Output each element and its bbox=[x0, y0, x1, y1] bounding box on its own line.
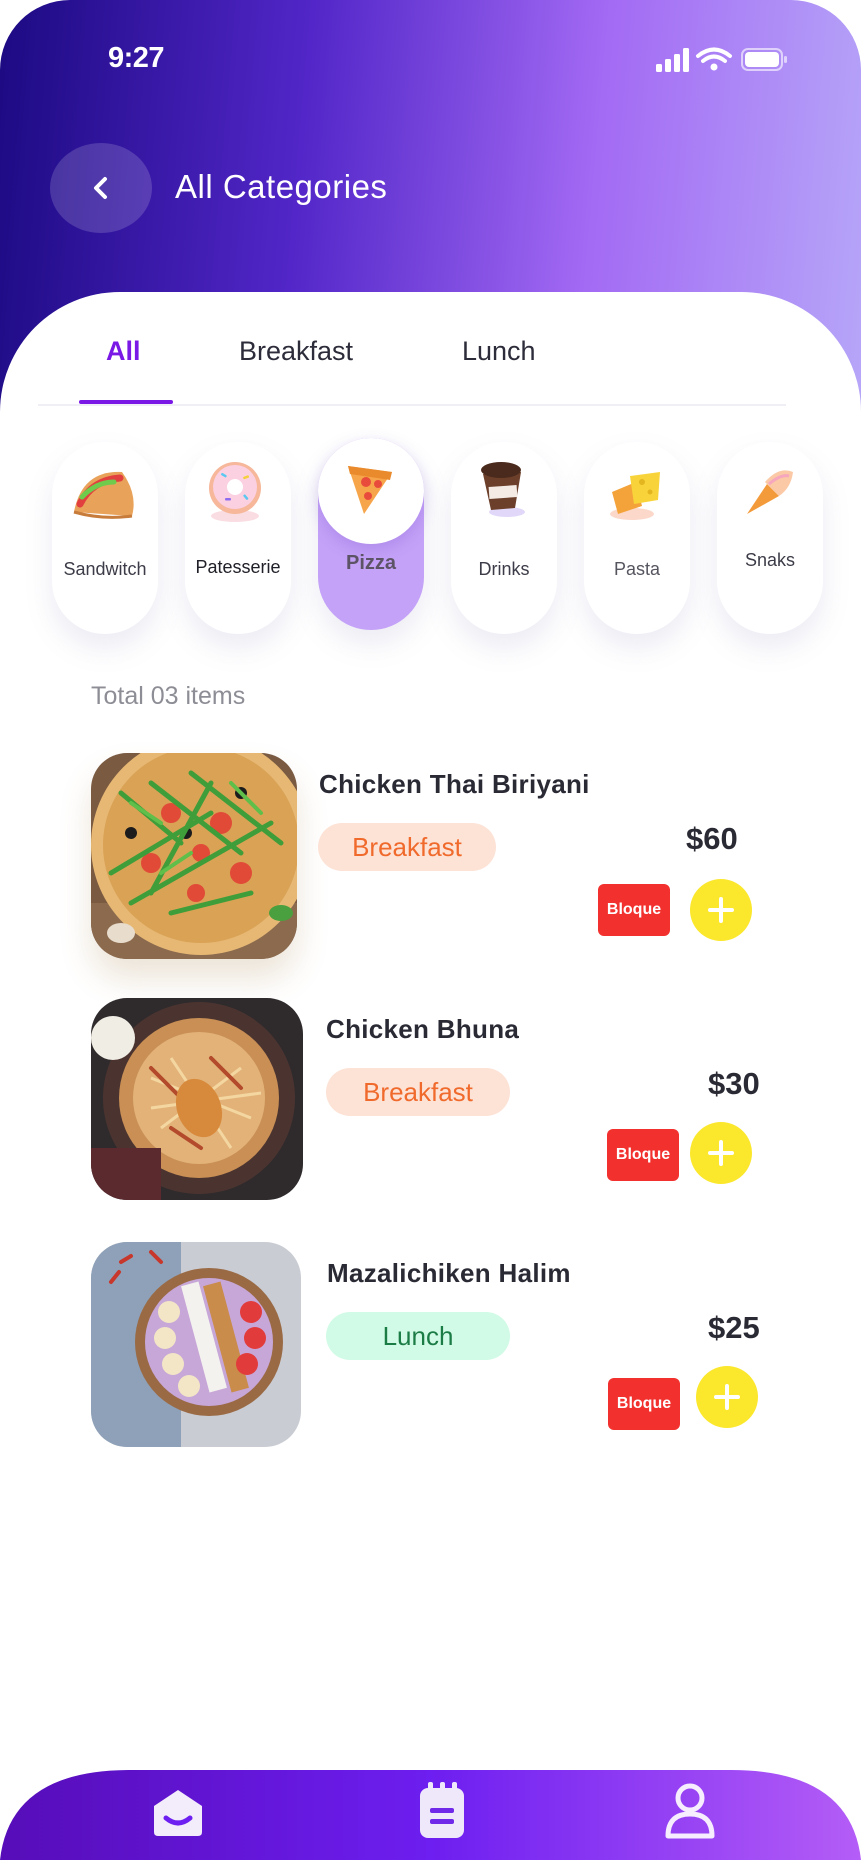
back-button[interactable] bbox=[50, 143, 152, 233]
bloque-button[interactable]: Bloque bbox=[598, 884, 670, 936]
profile-icon bbox=[665, 1783, 715, 1839]
nav-orders[interactable] bbox=[412, 1780, 472, 1840]
category-label: Drinks bbox=[478, 559, 530, 579]
status-time: 9:27 bbox=[108, 42, 165, 74]
battery-icon bbox=[741, 48, 787, 71]
item-name: Chicken Bhuna bbox=[326, 1014, 520, 1044]
nav-home[interactable] bbox=[148, 1780, 208, 1840]
item-image bbox=[91, 998, 303, 1200]
plus-icon bbox=[708, 1140, 734, 1166]
item-price: $30 bbox=[708, 1066, 760, 1101]
category-icon-holder bbox=[318, 438, 424, 544]
category-label: Patesserie bbox=[195, 557, 281, 577]
item-price: $60 bbox=[686, 821, 738, 856]
item-image bbox=[91, 753, 297, 959]
home-icon bbox=[154, 1790, 202, 1836]
item-category-tag: Lunch bbox=[326, 1312, 510, 1360]
item-category-tag: Breakfast bbox=[326, 1068, 510, 1116]
category-icon-holder bbox=[52, 442, 158, 548]
main-content: All Breakfast Lunch Sandwitch Patesserie… bbox=[0, 292, 861, 1860]
pizza-slice-icon bbox=[348, 466, 392, 514]
tab-lunch[interactable]: Lunch bbox=[462, 336, 536, 367]
category-tabs: All Breakfast Lunch bbox=[38, 292, 786, 406]
add-button[interactable] bbox=[690, 1122, 752, 1184]
item-category-tag: Breakfast bbox=[318, 823, 496, 871]
nav-profile[interactable] bbox=[660, 1780, 720, 1840]
category-pizza[interactable]: Pizza bbox=[318, 438, 424, 630]
cheese-icon bbox=[610, 472, 660, 520]
bloque-button[interactable]: Bloque bbox=[608, 1378, 680, 1430]
category-icon-holder bbox=[451, 442, 557, 548]
total-items-text: Total 03 items bbox=[91, 682, 246, 710]
item-image bbox=[91, 1242, 301, 1447]
category-sandwitch[interactable]: Sandwitch bbox=[52, 442, 158, 634]
biryani-photo bbox=[91, 998, 303, 1200]
category-label: Pizza bbox=[345, 552, 397, 574]
chevron-left-icon bbox=[94, 177, 107, 199]
plus-icon bbox=[708, 897, 734, 923]
tab-all[interactable]: All bbox=[106, 336, 141, 367]
item-name: Mazalichiken Halim bbox=[327, 1258, 571, 1288]
smoothie-bowl-photo bbox=[91, 1242, 301, 1447]
category-icon-holder bbox=[717, 442, 823, 548]
list-item[interactable]: Mazalichiken Halim Lunch $25 Bloque bbox=[0, 1242, 861, 1452]
category-icon-holder bbox=[584, 442, 690, 548]
category-pasta[interactable]: Pasta bbox=[584, 442, 690, 634]
ice-cream-cone-icon bbox=[747, 470, 793, 514]
category-snaks[interactable]: Snaks bbox=[717, 442, 823, 634]
category-drinks[interactable]: Drinks bbox=[451, 442, 557, 634]
signal-icon bbox=[656, 48, 689, 72]
active-tab-indicator bbox=[79, 400, 173, 404]
item-price: $25 bbox=[708, 1310, 760, 1345]
tab-breakfast[interactable]: Breakfast bbox=[239, 336, 353, 367]
list-item[interactable]: Chicken Bhuna Breakfast $30 Bloque bbox=[0, 998, 861, 1208]
category-label: Snaks bbox=[744, 550, 796, 570]
coffee-cup-icon bbox=[481, 462, 525, 517]
category-icon-holder bbox=[185, 442, 291, 548]
status-bar: 9:27 bbox=[0, 0, 861, 120]
item-name: Chicken Thai Biriyani bbox=[319, 769, 590, 799]
app-screen: 9:27 All Categories All Breakfast Lunch … bbox=[0, 0, 861, 1860]
pizza-photo bbox=[91, 753, 297, 959]
bloque-button[interactable]: Bloque bbox=[607, 1129, 679, 1181]
category-patesserie[interactable]: Patesserie bbox=[185, 442, 291, 634]
plus-icon bbox=[714, 1384, 740, 1410]
status-icons bbox=[656, 47, 787, 72]
page-title: All Categories bbox=[175, 168, 388, 205]
donut-icon bbox=[209, 462, 261, 522]
wifi-icon bbox=[696, 47, 732, 71]
list-item[interactable]: Chicken Thai Biriyani Breakfast $60 Bloq… bbox=[0, 753, 861, 963]
add-button[interactable] bbox=[696, 1366, 758, 1428]
taco-icon bbox=[73, 471, 134, 519]
notepad-icon bbox=[420, 1782, 464, 1838]
add-button[interactable] bbox=[690, 879, 752, 941]
category-label: Pasta bbox=[613, 559, 661, 579]
category-label: Sandwitch bbox=[63, 559, 147, 579]
